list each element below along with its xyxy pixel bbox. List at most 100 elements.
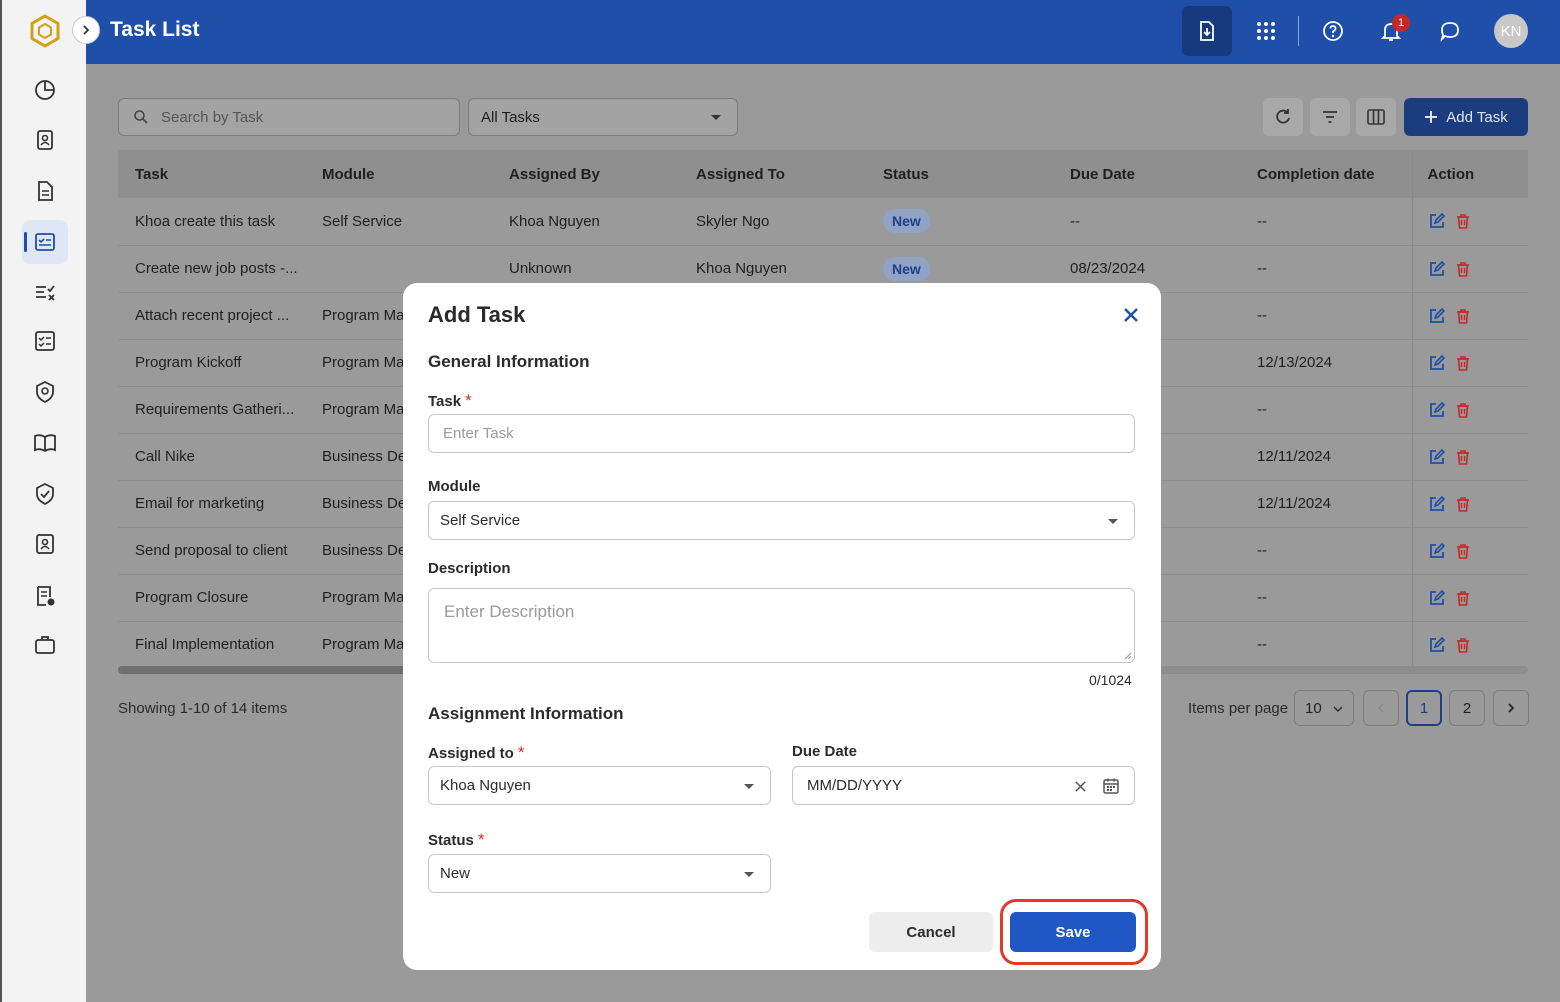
help-button[interactable] xyxy=(1308,6,1358,56)
status-select[interactable]: New xyxy=(428,854,771,893)
sidebar-item-knowledge[interactable] xyxy=(22,421,68,465)
sidebar-item-checklist[interactable] xyxy=(22,270,68,314)
cell-task: Khoa create this task xyxy=(118,198,305,246)
apps-button[interactable] xyxy=(1241,6,1291,56)
cell-action xyxy=(1411,245,1528,293)
column-header-status[interactable]: Status xyxy=(866,150,1053,198)
trash-icon[interactable] xyxy=(1454,260,1472,278)
column-header-task[interactable]: Task xyxy=(118,150,305,198)
cell-task: Email for marketing xyxy=(118,480,305,528)
sidebar-item-reports[interactable] xyxy=(22,574,68,618)
edit-icon[interactable] xyxy=(1428,495,1446,513)
trash-icon[interactable] xyxy=(1454,212,1472,230)
download-button[interactable] xyxy=(1182,6,1232,56)
module-select[interactable]: Self Service xyxy=(428,501,1135,540)
edit-icon[interactable] xyxy=(1428,589,1446,607)
trash-icon[interactable] xyxy=(1454,495,1472,513)
prev-page-button[interactable] xyxy=(1363,690,1399,726)
pagination-summary: Showing 1-10 of 14 items xyxy=(118,700,288,717)
cell-action xyxy=(1411,198,1528,246)
items-per-page-value: 10 xyxy=(1305,700,1322,717)
calendar-icon[interactable] xyxy=(1102,777,1120,795)
due-date-input[interactable]: MM/DD/YYYY xyxy=(792,766,1135,805)
cell-action xyxy=(1411,292,1528,340)
items-per-page-select[interactable]: 10 xyxy=(1294,690,1354,726)
chat-button[interactable] xyxy=(1425,6,1475,56)
sidebar-item-tasks[interactable] xyxy=(22,220,68,264)
task-input-placeholder: Enter Task xyxy=(443,425,514,442)
cell-completion: 12/13/2024 xyxy=(1240,339,1412,387)
trash-icon[interactable] xyxy=(1454,542,1472,560)
description-placeholder: Enter Description xyxy=(444,602,575,621)
sidebar-item-documents[interactable] xyxy=(22,169,68,213)
filter-icon xyxy=(1323,111,1337,123)
person-board-icon xyxy=(36,534,54,554)
trash-icon[interactable] xyxy=(1454,307,1472,325)
shield-check-icon xyxy=(36,482,54,506)
filter-button[interactable] xyxy=(1310,98,1350,136)
trash-icon[interactable] xyxy=(1454,589,1472,607)
task-input[interactable]: Enter Task xyxy=(428,414,1135,453)
next-page-button[interactable] xyxy=(1493,690,1529,726)
assignment-information-heading: Assignment Information xyxy=(428,704,624,723)
edit-icon[interactable] xyxy=(1428,401,1446,419)
pie-chart-icon xyxy=(35,80,55,100)
sidebar-item-profile[interactable] xyxy=(22,522,68,566)
column-header-assigned-to[interactable]: Assigned To xyxy=(679,150,866,198)
edit-icon[interactable] xyxy=(1428,260,1446,278)
column-header-assigned-by[interactable]: Assigned By xyxy=(492,150,679,198)
edit-icon[interactable] xyxy=(1428,448,1446,466)
cell-task: Call Nike xyxy=(118,433,305,481)
items-per-page-label: Items per page xyxy=(1188,700,1289,717)
cancel-button[interactable]: Cancel xyxy=(869,912,993,952)
sidebar xyxy=(0,0,100,1002)
add-task-dialog: Add Task General Information Task * Enter… xyxy=(403,283,1161,970)
refresh-button[interactable] xyxy=(1263,98,1303,136)
scrollbar-thumb[interactable] xyxy=(118,666,408,674)
add-task-button[interactable]: Add Task xyxy=(1404,98,1528,136)
sidebar-item-projects[interactable] xyxy=(22,623,68,667)
trash-icon[interactable] xyxy=(1454,354,1472,372)
sidebar-expand-button[interactable] xyxy=(72,16,100,44)
dialog-title: Add Task xyxy=(428,302,526,327)
trash-icon[interactable] xyxy=(1454,401,1472,419)
task-filter-value: All Tasks xyxy=(481,109,540,126)
column-header-module[interactable]: Module xyxy=(305,150,492,198)
user-avatar[interactable]: KN xyxy=(1494,14,1528,48)
sidebar-item-dashboard[interactable] xyxy=(22,68,68,112)
sidebar-item-contacts[interactable] xyxy=(22,118,68,162)
edit-icon[interactable] xyxy=(1428,636,1446,654)
clear-icon[interactable] xyxy=(1074,780,1087,793)
page-button-2[interactable]: 2 xyxy=(1449,690,1485,726)
search-input[interactable]: Search by Task xyxy=(118,98,460,136)
cell-task: Program Closure xyxy=(118,574,305,622)
assigned-to-select[interactable]: Khoa Nguyen xyxy=(428,766,771,805)
task-filter-select[interactable]: All Tasks xyxy=(468,98,738,136)
cell-task: Requirements Gatheri... xyxy=(118,386,305,434)
trash-icon[interactable] xyxy=(1454,636,1472,654)
notifications-button[interactable]: 1 xyxy=(1366,6,1416,56)
close-icon[interactable] xyxy=(1119,303,1143,327)
column-header-completion-date[interactable]: Completion date xyxy=(1240,150,1412,198)
page-button-1[interactable]: 1 xyxy=(1406,690,1442,726)
sidebar-item-approvals[interactable] xyxy=(22,319,68,363)
sidebar-item-security[interactable] xyxy=(22,370,68,414)
trash-icon[interactable] xyxy=(1454,448,1472,466)
cell-action xyxy=(1411,480,1528,528)
column-header-due-date[interactable]: Due Date xyxy=(1053,150,1240,198)
resize-handle-icon[interactable] xyxy=(1124,652,1132,660)
table-row[interactable]: Khoa create this task Self Service Khoa Ng… xyxy=(118,198,1528,246)
cell-completion: -- xyxy=(1240,574,1412,622)
assigned-to-label-text: Assigned to xyxy=(428,745,514,762)
cell-completion: -- xyxy=(1240,621,1412,669)
edit-icon[interactable] xyxy=(1428,354,1446,372)
columns-button[interactable] xyxy=(1356,98,1396,136)
description-textarea[interactable]: Enter Description xyxy=(428,588,1135,663)
edit-icon[interactable] xyxy=(1428,307,1446,325)
sidebar-item-compliance[interactable] xyxy=(22,472,68,516)
task-list-icon xyxy=(35,233,55,251)
plus-icon xyxy=(1425,111,1438,123)
app-logo-icon[interactable] xyxy=(28,14,62,48)
edit-icon[interactable] xyxy=(1428,212,1446,230)
edit-icon[interactable] xyxy=(1428,542,1446,560)
